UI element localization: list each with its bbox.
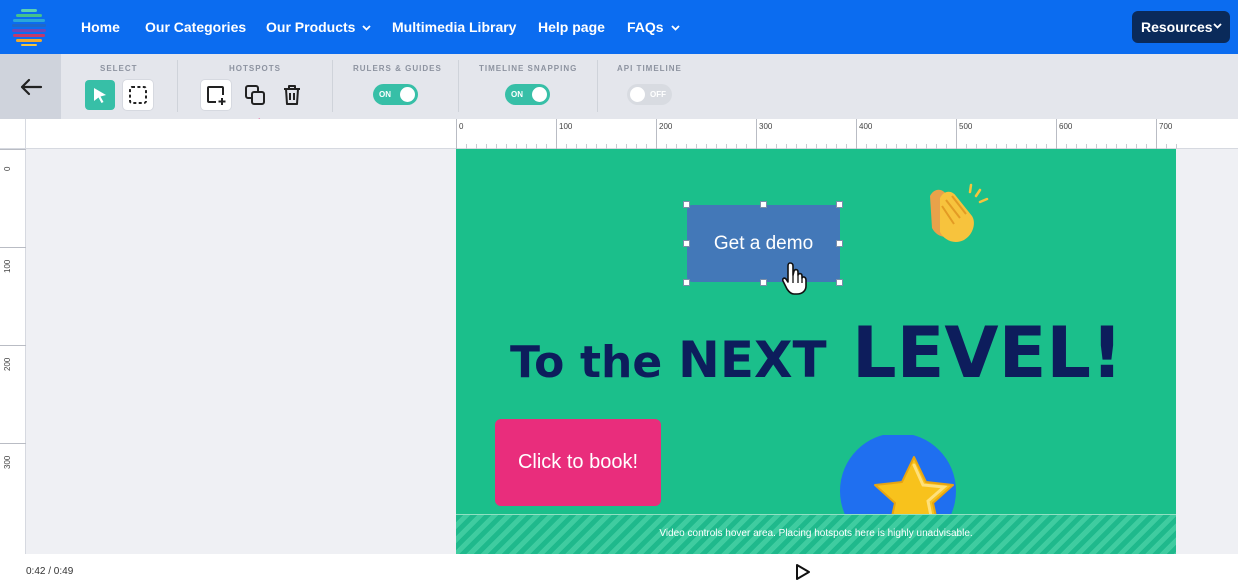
- add-hotspot-button[interactable]: [201, 80, 231, 110]
- nav-home[interactable]: Home: [81, 0, 120, 54]
- ruler-label: 0: [3, 166, 12, 171]
- play-icon: [796, 564, 810, 580]
- nav-faqs[interactable]: FAQs: [627, 0, 680, 54]
- duplicate-hotspot-button[interactable]: [240, 80, 270, 110]
- resize-handle[interactable]: [760, 279, 767, 286]
- ruler-label: 600: [1059, 122, 1073, 131]
- chevron-down-icon: [1213, 23, 1222, 29]
- timeline-snapping-label: TIMELINE SNAPPING: [479, 64, 578, 73]
- click-to-book-hotspot[interactable]: Click to book!: [495, 419, 661, 506]
- video-controls-hover-area: Video controls hover area. Placing hotsp…: [456, 514, 1176, 554]
- resize-handle[interactable]: [760, 201, 767, 208]
- api-timeline-toggle[interactable]: OFF: [627, 84, 672, 105]
- editor-toolbar: SELECT HOTSPOTS RULERS & GUIDES ON TIMEL…: [0, 54, 1238, 119]
- headline-text: To the NEXT LEVEL!: [510, 312, 1123, 394]
- toolbar-divider: [332, 60, 333, 112]
- ruler-label: 500: [959, 122, 973, 131]
- headline-word-the: the: [580, 337, 662, 388]
- ruler-label: 300: [759, 122, 773, 131]
- resize-handle[interactable]: [836, 201, 843, 208]
- video-controls-warning: Video controls hover area. Placing hotsp…: [659, 528, 973, 539]
- ruler-label: 200: [659, 122, 673, 131]
- resize-handle[interactable]: [836, 240, 843, 247]
- ruler-label: 700: [1159, 122, 1173, 131]
- vertical-ruler: 0 100 200 300: [0, 149, 26, 554]
- get-a-demo-hotspot[interactable]: Get a demo: [687, 205, 840, 282]
- ruler-label: 400: [859, 122, 873, 131]
- marquee-select-icon: [129, 86, 147, 104]
- rulers-guides-label: RULERS & GUIDES: [353, 64, 442, 73]
- trash-icon: [284, 85, 300, 105]
- add-hotspot-icon: [207, 86, 226, 105]
- ruler-label: 100: [559, 122, 573, 131]
- select-group-label: SELECT: [100, 64, 138, 73]
- marquee-select-button[interactable]: [123, 80, 153, 110]
- ruler-ticks: [0, 149, 26, 444]
- toggle-knob: [400, 87, 415, 102]
- pointer-icon: [94, 88, 106, 103]
- ruler-label: 100: [3, 259, 12, 273]
- duplicate-icon: [245, 85, 265, 105]
- ruler-label: 0: [459, 122, 464, 131]
- resources-dropdown[interactable]: Resources: [1132, 11, 1230, 43]
- toggle-state-text: ON: [511, 90, 523, 99]
- playback-bar: 0:42 / 0:49: [0, 554, 1238, 587]
- toggle-knob: [630, 87, 645, 102]
- rulers-guides-toggle[interactable]: ON: [373, 84, 418, 105]
- timeline-snapping-toggle[interactable]: ON: [505, 84, 550, 105]
- hand-cursor-icon: [782, 262, 807, 295]
- playback-time: 0:42 / 0:49: [26, 566, 74, 577]
- video-stage[interactable]: Get a demo To the NEXT LEVEL! Click to b…: [456, 149, 1176, 554]
- resize-handle[interactable]: [683, 279, 690, 286]
- nav-multimedia-library[interactable]: Multimedia Library: [392, 0, 516, 54]
- ruler-ticks: [456, 119, 1177, 149]
- toolbar-divider: [177, 60, 178, 112]
- brand-logo[interactable]: [12, 8, 46, 46]
- clapping-hands-icon: [930, 183, 989, 243]
- nav-help-page[interactable]: Help page: [538, 0, 605, 54]
- resize-handle[interactable]: [683, 201, 690, 208]
- ruler-label: 200: [3, 357, 12, 371]
- nav-our-categories[interactable]: Our Categories: [145, 0, 246, 54]
- toggle-state-text: OFF: [650, 90, 666, 99]
- delete-hotspot-button[interactable]: [277, 80, 307, 110]
- ruler-label: 300: [3, 455, 12, 469]
- chevron-down-icon: [670, 25, 680, 32]
- click-to-book-label: Click to book!: [517, 451, 639, 473]
- get-a-demo-label: Get a demo: [713, 232, 814, 254]
- nav-our-products[interactable]: Our Products: [266, 0, 372, 54]
- play-button[interactable]: [793, 563, 811, 581]
- top-navigation: Home Our Categories Our Products Multime…: [0, 0, 1238, 54]
- hotspots-group-label: HOTSPOTS: [229, 64, 282, 73]
- headline-word-next: NEXT: [678, 331, 827, 389]
- headline-word-level: LEVEL!: [852, 312, 1123, 394]
- horizontal-ruler: 0 100 200 300 400 500 600 700: [0, 119, 1238, 149]
- toolbar-divider: [597, 60, 598, 112]
- toolbar-divider: [458, 60, 459, 112]
- toggle-knob: [532, 87, 547, 102]
- chevron-down-icon: [362, 25, 372, 32]
- resize-handle[interactable]: [836, 279, 843, 286]
- back-button[interactable]: [0, 54, 61, 119]
- headline-word-to: To: [510, 337, 564, 388]
- api-timeline-label: API TIMELINE: [617, 64, 682, 73]
- pointer-tool-button[interactable]: [85, 80, 115, 110]
- resize-handle[interactable]: [683, 240, 690, 247]
- toggle-state-text: ON: [379, 90, 391, 99]
- arrow-left-icon: [20, 78, 42, 95]
